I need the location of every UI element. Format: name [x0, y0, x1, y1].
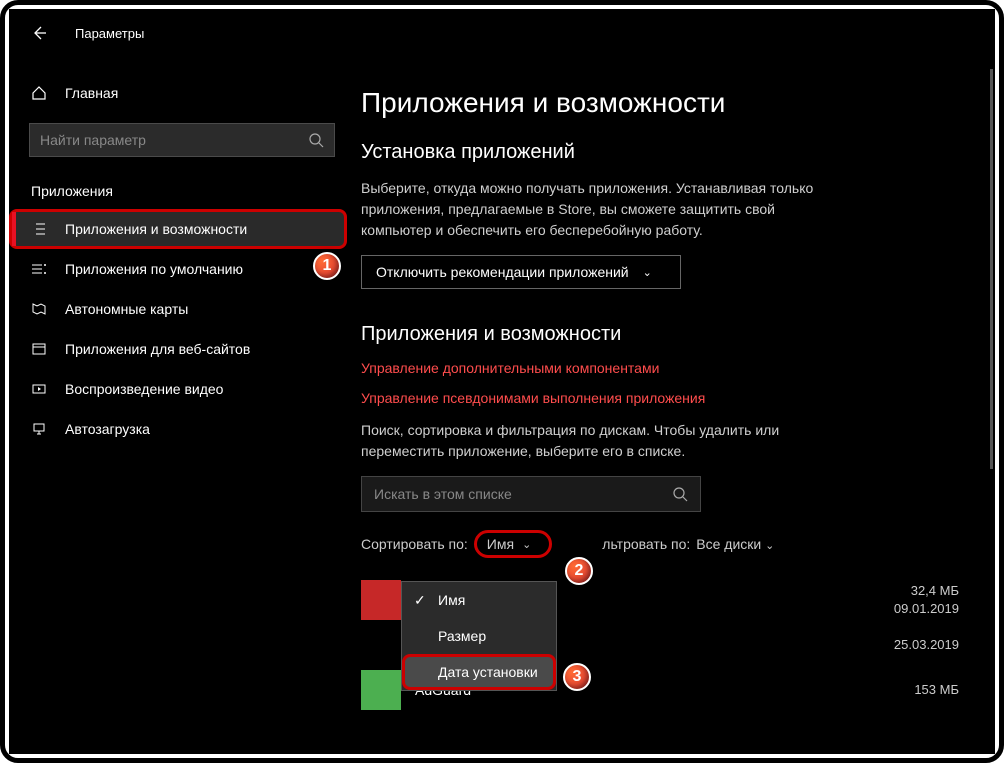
- sidebar-item-website-apps[interactable]: Приложения для веб-сайтов: [9, 329, 347, 369]
- sidebar-item-label: Автономные карты: [65, 301, 188, 317]
- sidebar-header: Параметры: [9, 9, 347, 57]
- sort-filter-row: Сортировать по: Имя ⌄ льтровать по: Все …: [361, 530, 959, 558]
- app-list-search[interactable]: Искать в этом списке: [361, 476, 701, 512]
- sidebar-item-offline-maps[interactable]: Автономные карты: [9, 289, 347, 329]
- app-icon: [361, 580, 401, 620]
- scrollbar[interactable]: [990, 69, 993, 469]
- chevron-down-icon: ⌄: [765, 540, 774, 552]
- filter-label: льтровать по:: [602, 536, 690, 552]
- website-icon: [31, 341, 47, 357]
- app-meta: 153 МБ: [914, 681, 959, 699]
- defaults-icon: [31, 261, 47, 277]
- apps-description: Поиск, сортировка и фильтрация по дискам…: [361, 420, 841, 462]
- filter-dropdown[interactable]: Все диски ⌄: [696, 536, 774, 552]
- sort-option-size[interactable]: Размер: [402, 618, 556, 654]
- video-icon: [31, 381, 47, 397]
- sort-label: Сортировать по:: [361, 536, 468, 552]
- sidebar-item-label: Приложения по умолчанию: [65, 261, 243, 277]
- install-heading: Установка приложений: [361, 141, 959, 164]
- search-placeholder: Искать в этом списке: [374, 486, 672, 502]
- annotation-marker-3: 3: [563, 663, 591, 691]
- settings-window: Параметры Главная Найти параметр Приложе…: [9, 9, 995, 754]
- chevron-down-icon: ⌄: [643, 266, 652, 279]
- execution-aliases-link[interactable]: Управление псевдонимами выполнения прило…: [361, 390, 959, 406]
- window-title: Параметры: [75, 26, 144, 41]
- search-placeholder: Найти параметр: [40, 132, 308, 148]
- map-icon: [31, 301, 47, 317]
- home-label: Главная: [65, 85, 118, 101]
- sidebar-item-label: Воспроизведение видео: [65, 381, 223, 397]
- sidebar-item-default-apps[interactable]: Приложения по умолчанию: [9, 249, 347, 289]
- sidebar-item-label: Приложения для веб-сайтов: [65, 341, 250, 357]
- sidebar-item-label: Приложения и возможности: [65, 221, 247, 237]
- startup-icon: [31, 421, 47, 437]
- optional-features-link[interactable]: Управление дополнительными компонентами: [361, 360, 959, 376]
- app-meta: 32,4 МБ 09.01.2019: [894, 582, 959, 618]
- sort-dropdown[interactable]: Имя ⌄: [474, 530, 553, 558]
- page-title: Приложения и возможности: [361, 87, 959, 119]
- sort-menu: Имя Размер Дата установки: [401, 581, 557, 691]
- sidebar-item-apps-features[interactable]: Приложения и возможности: [9, 209, 347, 249]
- annotation-marker-1: 1: [313, 252, 341, 280]
- search-icon: [308, 132, 324, 148]
- sidebar: Параметры Главная Найти параметр Приложе…: [9, 9, 347, 754]
- search-input[interactable]: Найти параметр: [29, 123, 335, 157]
- search-icon: [672, 486, 688, 502]
- app-meta: 25.03.2019: [894, 636, 959, 654]
- app-icon: [361, 670, 401, 710]
- home-icon: [31, 85, 47, 101]
- apps-heading: Приложения и возможности: [361, 323, 959, 346]
- install-source-dropdown[interactable]: Отключить рекомендации приложений ⌄: [361, 255, 681, 289]
- back-button[interactable]: [25, 19, 53, 47]
- sort-option-name[interactable]: Имя: [402, 582, 556, 618]
- dropdown-value: Отключить рекомендации приложений: [376, 264, 629, 280]
- chevron-down-icon: ⌄: [522, 538, 531, 551]
- install-description: Выберите, откуда можно получать приложен…: [361, 178, 841, 241]
- sidebar-item-video-playback[interactable]: Воспроизведение видео: [9, 369, 347, 409]
- sort-option-install-date[interactable]: Дата установки: [402, 654, 556, 690]
- annotation-marker-2: 2: [565, 557, 593, 585]
- sidebar-item-label: Автозагрузка: [65, 421, 150, 437]
- list-icon: [31, 221, 47, 237]
- sidebar-home[interactable]: Главная: [9, 75, 347, 111]
- sidebar-section-label: Приложения: [9, 167, 347, 209]
- sidebar-item-startup[interactable]: Автозагрузка: [9, 409, 347, 449]
